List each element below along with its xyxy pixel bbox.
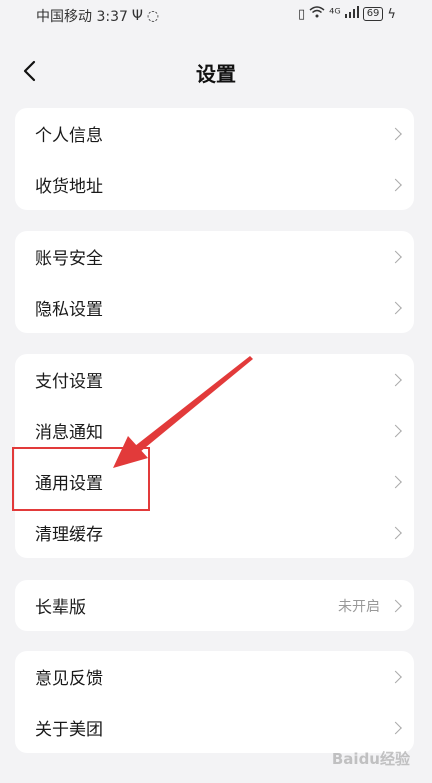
- settings-item-privacy[interactable]: 隐私设置: [15, 282, 414, 333]
- settings-item-label: 账号安全: [35, 249, 103, 269]
- usb-icon: Ψ: [131, 8, 143, 24]
- settings-item-label: 个人信息: [35, 126, 103, 146]
- chevron-right-icon: [389, 178, 402, 191]
- chevron-right-icon: [389, 475, 402, 488]
- settings-group-elder-mode: 长辈版 未开启: [15, 580, 414, 631]
- charging-icon: ϟ: [387, 6, 396, 22]
- annotation-highlight-box: [12, 447, 150, 511]
- chevron-right-icon: [389, 373, 402, 386]
- settings-item-personal-info[interactable]: 个人信息: [15, 108, 414, 159]
- page-title: 设置: [196, 62, 236, 86]
- settings-item-feedback[interactable]: 意见反馈: [15, 651, 414, 702]
- nav-bar: 设置: [0, 46, 432, 96]
- settings-item-account-security[interactable]: 账号安全: [15, 231, 414, 282]
- chevron-right-icon: [389, 670, 402, 683]
- status-right: ▯ ⁴ᴳ 69 ϟ: [298, 6, 396, 22]
- wifi-icon: [309, 6, 325, 22]
- elder-mode-status: 未开启: [338, 598, 380, 615]
- settings-item-label: 消息通知: [35, 423, 103, 443]
- settings-item-about[interactable]: 关于美团: [15, 702, 414, 753]
- settings-group-security: 账号安全 隐私设置: [15, 231, 414, 333]
- status-left: 中国移动 3:37 Ψ ◌: [36, 6, 159, 26]
- settings-item-label: 清理缓存: [35, 525, 103, 545]
- sync-icon: ◌: [146, 8, 160, 24]
- network-type: ⁴ᴳ: [329, 6, 341, 22]
- carrier-time: 中国移动 3:37: [36, 9, 128, 25]
- settings-item-label: 支付设置: [35, 372, 103, 392]
- settings-item-clear-cache[interactable]: 清理缓存: [15, 507, 414, 558]
- vibrate-icon: ▯: [297, 6, 306, 22]
- chevron-right-icon: [389, 127, 402, 140]
- chevron-right-icon: [389, 424, 402, 437]
- signal-icon: [344, 6, 359, 22]
- settings-item-label: 隐私设置: [35, 300, 103, 320]
- settings-item-label: 收货地址: [35, 177, 103, 197]
- chevron-right-icon: [389, 721, 402, 734]
- settings-item-elder-mode[interactable]: 长辈版 未开启: [15, 580, 414, 631]
- chevron-right-icon: [389, 599, 402, 612]
- settings-group-profile: 个人信息 收货地址: [15, 108, 414, 210]
- settings-item-label: 长辈版: [35, 598, 86, 618]
- settings-item-label: 意见反馈: [35, 669, 103, 689]
- settings-item-label: 关于美团: [35, 720, 103, 740]
- chevron-right-icon: [389, 301, 402, 314]
- settings-item-shipping-address[interactable]: 收货地址: [15, 159, 414, 210]
- settings-item-payment[interactable]: 支付设置: [15, 354, 414, 405]
- settings-group-about: 意见反馈 关于美团: [15, 651, 414, 753]
- chevron-right-icon: [389, 250, 402, 263]
- status-bar: 中国移动 3:37 Ψ ◌ ▯ ⁴ᴳ 69 ϟ: [0, 0, 432, 30]
- watermark: Baidu经验: [331, 750, 410, 768]
- battery-icon: 69: [362, 7, 384, 21]
- chevron-right-icon: [389, 526, 402, 539]
